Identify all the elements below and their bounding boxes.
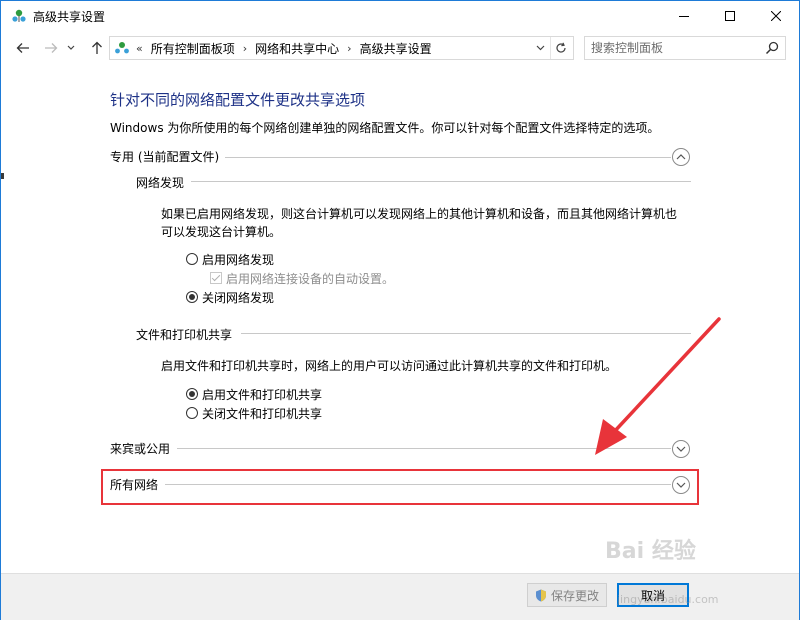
breadcrumb-item-all-control-panel[interactable]: 所有控制面板项 [147,40,239,57]
window-title: 高级共享设置 [33,10,106,24]
maximize-button[interactable] [707,1,753,31]
section-guest-label: 来宾或公用 [110,441,171,456]
recent-locations-button[interactable] [65,38,77,58]
chevron-down-icon [536,45,544,51]
radio-button[interactable] [186,407,198,419]
option-label: 关闭网络发现 [202,290,275,305]
section-guest-header[interactable]: 来宾或公用 [110,439,170,457]
search-icon[interactable] [765,41,779,55]
option-label: 关闭文件和打印机共享 [202,406,323,421]
search-input[interactable] [591,39,751,57]
page-title: 针对不同的网络配置文件更改共享选项 [110,91,366,109]
option-label: 启用网络发现 [202,252,275,267]
file-sharing-off-option[interactable]: 关闭文件和打印机共享 [186,405,322,421]
option-label: 启用网络连接设备的自动设置。 [226,271,395,286]
divider [191,181,691,182]
radio-button[interactable] [186,388,198,400]
option-label: 启用文件和打印机共享 [202,387,323,402]
network-discovery-on-option[interactable]: 启用网络发现 [186,251,274,267]
file-sharing-description: 启用文件和打印机共享时，网络上的用户可以访问通过此计算机共享的文件和打印机。 [161,359,618,373]
search-box[interactable] [584,36,786,60]
arrow-right-icon [45,43,58,53]
main-content: 针对不同的网络配置文件更改共享选项 Windows 为你所使用的每个网络创建单独… [1,65,799,571]
section-private-header[interactable]: 专用 (当前配置文件) [110,147,219,165]
breadcrumb-item-advanced-sharing[interactable]: 高级共享设置 [356,40,436,57]
chevron-right-icon[interactable]: › [343,42,355,55]
network-discovery-description: 如果已启用网络发现，则这台计算机可以发现网络上的其他计算机和设备，而且其他网络计… [161,205,677,241]
chevron-down-icon [67,45,75,50]
up-button[interactable] [87,38,107,58]
chevron-up-icon [676,154,686,160]
description-line: 可以发现这台计算机。 [161,225,282,239]
maximize-icon [725,11,735,21]
forward-button[interactable] [41,38,61,58]
address-dropdown-button[interactable] [531,37,549,59]
network-discovery-title: 网络发现 [136,176,185,190]
minimize-button[interactable] [661,1,707,31]
file-sharing-title: 文件和打印机共享 [136,328,233,342]
page-description: Windows 为你所使用的每个网络创建单独的网络配置文件。你可以针对每个配置文… [110,121,660,135]
save-changes-button[interactable]: 保存更改 [527,583,607,607]
title-bar: 高级共享设置 [1,1,799,31]
back-button[interactable] [13,38,33,58]
refresh-icon [556,42,566,53]
arrow-up-icon [92,41,102,54]
window: 高级共享设置 « 所有控制面板项 › 网络和共享中心 › 高级共享设置 搜索控制… [0,0,800,620]
breadcrumb-overflow[interactable]: « [132,42,147,55]
minimize-icon [679,16,689,17]
watermark-logo: Bai 经验 [605,539,696,564]
shield-icon [535,589,546,601]
close-button[interactable] [753,1,799,31]
auto-setup-checkbox-option: 启用网络连接设备的自动设置。 [210,270,394,286]
chevron-right-icon[interactable]: › [239,42,251,55]
navigation-bar: « 所有控制面板项 › 网络和共享中心 › 高级共享设置 [1,34,799,62]
annotation-highlight-box [101,469,699,505]
annotation-arrow [595,317,721,455]
breadcrumb: « 所有控制面板项 › 网络和共享中心 › 高级共享设置 [112,37,436,59]
section-private-toggle[interactable] [672,148,690,166]
description-line: 如果已启用网络发现，则这台计算机可以发现网络上的其他计算机和设备，而且其他网络计… [161,207,678,221]
divider [225,157,671,158]
section-private-label: 专用 (当前配置文件) [110,149,220,164]
breadcrumb-item-network-sharing-center[interactable]: 网络和共享中心 [251,40,343,57]
radio-button[interactable] [186,253,198,265]
arrow-left-icon [16,43,29,53]
checkbox [210,272,222,284]
address-bar[interactable]: « 所有控制面板项 › 网络和共享中心 › 高级共享设置 [109,36,574,60]
radio-button[interactable] [186,291,198,303]
close-icon [771,11,781,21]
network-icon [12,9,26,22]
network-icon [115,42,129,54]
watermark-url: jingyan.baidu.com [617,593,719,606]
file-sharing-on-option[interactable]: 启用文件和打印机共享 [186,386,322,402]
refresh-button[interactable] [550,37,571,59]
network-discovery-off-option[interactable]: 关闭网络发现 [186,289,274,305]
save-changes-label: 保存更改 [550,588,599,603]
